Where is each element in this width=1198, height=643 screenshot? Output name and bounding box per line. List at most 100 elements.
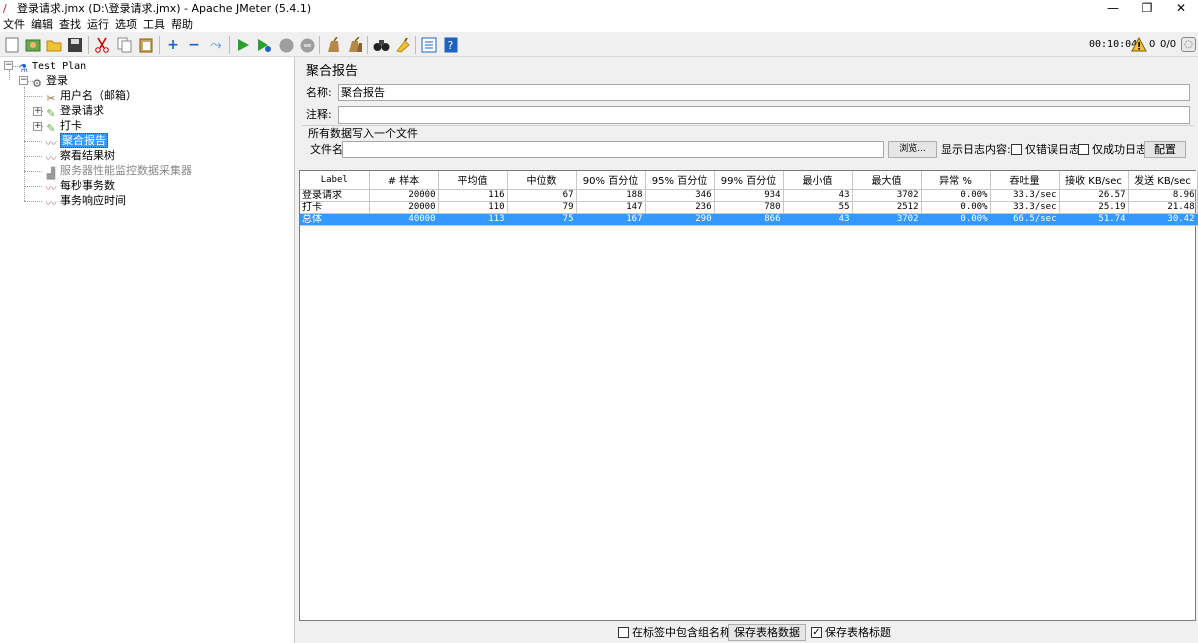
cell: 79 <box>507 201 577 214</box>
browse-button[interactable]: 浏览... <box>888 141 937 158</box>
cell: 934 <box>714 189 784 202</box>
expand-all-icon[interactable]: + <box>164 36 182 54</box>
close-button[interactable]: ✕ <box>1164 0 1198 17</box>
warning-icon[interactable] <box>1131 36 1147 52</box>
paste-icon[interactable] <box>137 36 155 54</box>
start-no-pauses-icon[interactable] <box>255 36 273 54</box>
remote-globe-icon[interactable]: ◌ <box>1181 37 1196 52</box>
filename-input[interactable] <box>342 141 884 158</box>
comment-input[interactable] <box>338 106 1190 124</box>
expand-toggle[interactable]: + <box>33 122 42 131</box>
col-samples[interactable]: # 样本 <box>369 171 439 190</box>
table-row[interactable]: 打卡 20000 110 79 147 236 780 55 2512 0.00… <box>300 201 1198 214</box>
menu-file[interactable]: 文件 <box>0 17 28 32</box>
save-header-checkbox[interactable]: ✓ <box>811 627 822 638</box>
cell: 21.48 <box>1128 201 1198 214</box>
restore-button[interactable]: ❐ <box>1130 0 1164 17</box>
menu-help[interactable]: 帮助 <box>168 17 196 32</box>
cell: 147 <box>576 201 646 214</box>
stop-icon[interactable] <box>277 36 295 54</box>
tree-node-response-time[interactable]: 〰事务响应时间 <box>44 193 127 210</box>
cut-icon[interactable] <box>93 36 111 54</box>
results-table-container: Label # 样本 平均值 中位数 90% 百分位 95% 百分位 99% 百… <box>299 170 1198 621</box>
col-median[interactable]: 中位数 <box>507 171 577 190</box>
tree-node-user-vars[interactable]: ✂ 用户名（邮箱） <box>44 88 137 105</box>
menu-run[interactable]: 运行 <box>84 17 112 32</box>
cell: 780 <box>714 201 784 214</box>
toolbar: + − ⤳ ? 00:10:04 0 0/0 ◌ <box>0 32 1198 57</box>
tree-node-aggregate-report[interactable]: 〰聚合报告 <box>44 133 108 150</box>
col-throughput[interactable]: 吞吐量 <box>990 171 1060 190</box>
save-table-button[interactable]: 保存表格数据 <box>728 624 806 641</box>
col-p90[interactable]: 90% 百分位 <box>576 171 646 190</box>
cell: 0.00% <box>921 213 991 226</box>
cell: 8.96 <box>1128 189 1198 202</box>
collapse-all-icon[interactable]: − <box>185 36 203 54</box>
templates-icon[interactable] <box>24 36 42 54</box>
table-row[interactable]: 登录请求 20000 116 67 188 346 934 43 3702 0.… <box>300 189 1198 202</box>
col-sent-kb[interactable]: 发送 KB/sec <box>1128 171 1198 190</box>
col-error-pct[interactable]: 异常 % <box>921 171 991 190</box>
success-only-checkbox[interactable] <box>1078 144 1089 155</box>
menu-edit[interactable]: 编辑 <box>28 17 56 32</box>
log-content-label: 显示日志内容: <box>941 143 1011 156</box>
copy-icon[interactable] <box>116 36 134 54</box>
collapse-toggle[interactable]: − <box>19 76 28 85</box>
tree-node-tps[interactable]: 〰每秒事务数 <box>44 178 116 195</box>
clear-all-icon[interactable] <box>346 36 364 54</box>
search-binoculars-icon[interactable] <box>372 36 390 54</box>
tree-node-results-tree[interactable]: 〰察看结果树 <box>44 148 116 165</box>
cell: 346 <box>645 189 715 202</box>
cell: 20000 <box>369 189 439 202</box>
errors-only-checkbox[interactable] <box>1011 144 1022 155</box>
tree-node-clock-in[interactable]: ✎ 打卡 <box>44 118 82 135</box>
window-title: 登录请求.jmx (D:\登录请求.jmx) - Apache JMeter (… <box>17 2 312 15</box>
tree-node-login-request[interactable]: ✎ 登录请求 <box>44 103 104 120</box>
table-row-total[interactable]: 总体 40000 113 75 167 290 866 43 3702 0.00… <box>300 213 1198 226</box>
col-p95[interactable]: 95% 百分位 <box>645 171 715 190</box>
cell: 66.5/sec <box>990 213 1060 226</box>
tree-node-test-plan[interactable]: ⚗ Test Plan <box>16 58 86 75</box>
cell: 43 <box>783 189 853 202</box>
reset-search-icon[interactable] <box>394 36 412 54</box>
cell: 67 <box>507 189 577 202</box>
table-header-row: Label # 样本 平均值 中位数 90% 百分位 95% 百分位 99% 百… <box>300 171 1198 190</box>
cell: 20000 <box>369 201 439 214</box>
include-group-checkbox[interactable] <box>618 627 629 638</box>
minimize-button[interactable]: — <box>1096 0 1130 17</box>
active-threads: 0/0 <box>1160 39 1177 50</box>
help-icon[interactable]: ? <box>442 36 460 54</box>
expand-toggle[interactable]: + <box>33 107 42 116</box>
col-min[interactable]: 最小值 <box>783 171 853 190</box>
function-helper-icon[interactable] <box>420 36 438 54</box>
configure-button[interactable]: 配置 <box>1144 141 1186 158</box>
cell: 总体 <box>300 213 370 226</box>
cell: 113 <box>438 213 508 226</box>
name-input[interactable]: 聚合报告 <box>338 84 1190 101</box>
col-received-kb[interactable]: 接收 KB/sec <box>1059 171 1129 190</box>
cell: 51.74 <box>1059 213 1129 226</box>
new-icon[interactable] <box>3 36 21 54</box>
start-icon[interactable] <box>234 36 252 54</box>
cell: 33.3/sec <box>990 201 1060 214</box>
tree-node-perfmon-collector[interactable]: ▟ 服务器性能监控数据采集器 <box>44 163 192 180</box>
open-icon[interactable] <box>45 36 63 54</box>
cell: 3702 <box>852 213 922 226</box>
col-max[interactable]: 最大值 <box>852 171 922 190</box>
col-p99[interactable]: 99% 百分位 <box>714 171 784 190</box>
tree-node-thread-group[interactable]: ⚙ 登录 <box>30 73 68 90</box>
col-label[interactable]: Label <box>300 171 370 190</box>
save-icon[interactable] <box>66 36 84 54</box>
cell: 0.00% <box>921 201 991 214</box>
toggle-icon[interactable]: ⤳ <box>207 36 225 54</box>
shutdown-icon[interactable] <box>298 36 316 54</box>
chart-icon: 〰 <box>45 197 57 210</box>
menu-options[interactable]: 选项 <box>112 17 140 32</box>
file-group-title: 所有数据写入一个文件 <box>308 127 418 141</box>
collapse-toggle[interactable]: − <box>4 61 13 70</box>
filename-label: 文件名 <box>310 143 343 156</box>
col-average[interactable]: 平均值 <box>438 171 508 190</box>
menu-search[interactable]: 查找 <box>56 17 84 32</box>
menu-tools[interactable]: 工具 <box>140 17 168 32</box>
clear-icon[interactable] <box>324 36 342 54</box>
